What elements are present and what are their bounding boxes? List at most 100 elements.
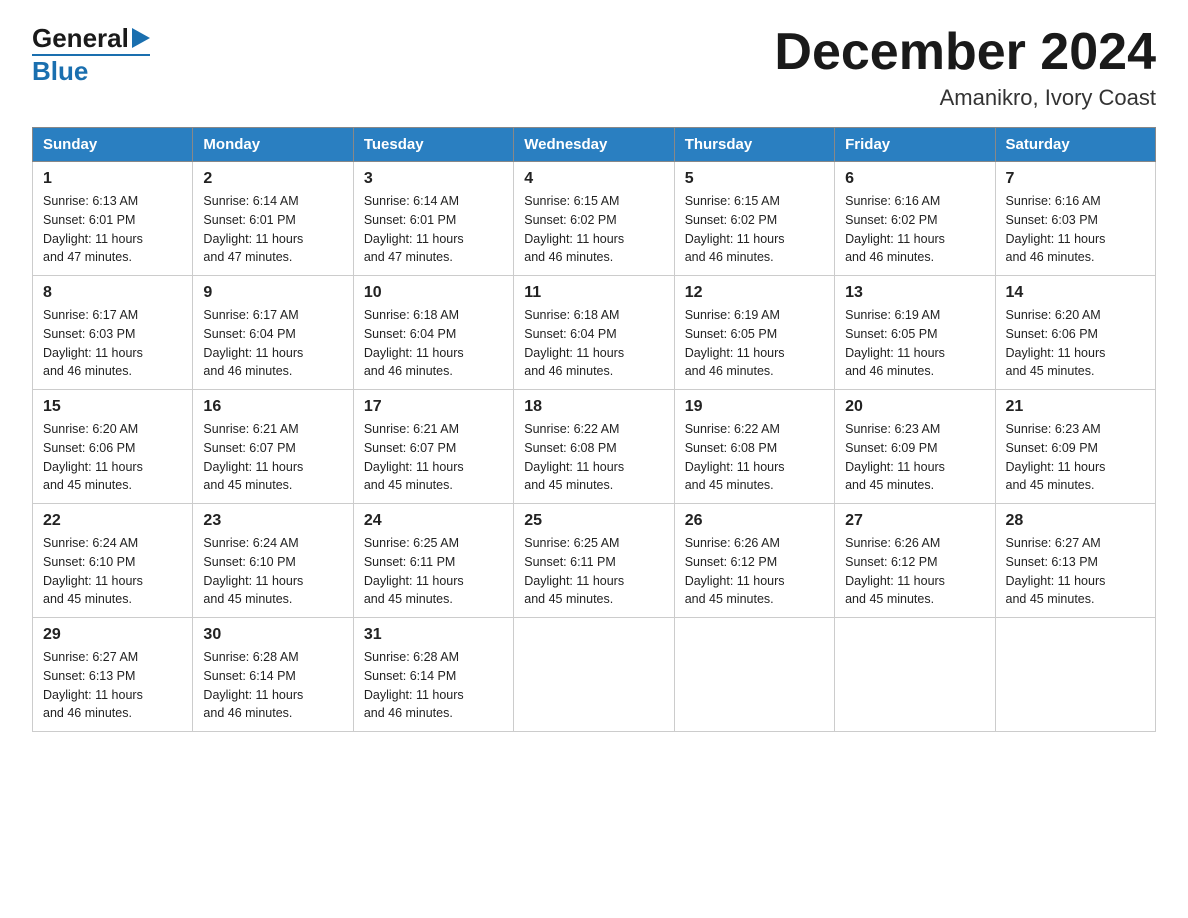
day-number: 11 <box>524 284 663 302</box>
week-row-1: 1 Sunrise: 6:13 AMSunset: 6:01 PMDayligh… <box>33 162 1156 276</box>
day-info: Sunrise: 6:24 AMSunset: 6:10 PMDaylight:… <box>203 536 303 606</box>
day-number: 23 <box>203 512 342 530</box>
calendar-cell: 2 Sunrise: 6:14 AMSunset: 6:01 PMDayligh… <box>193 162 353 276</box>
day-info: Sunrise: 6:15 AMSunset: 6:02 PMDaylight:… <box>685 194 785 264</box>
day-number: 1 <box>43 170 182 188</box>
calendar-cell: 7 Sunrise: 6:16 AMSunset: 6:03 PMDayligh… <box>995 162 1155 276</box>
day-number: 22 <box>43 512 182 530</box>
day-number: 21 <box>1006 398 1145 416</box>
calendar-cell: 25 Sunrise: 6:25 AMSunset: 6:11 PMDaylig… <box>514 504 674 618</box>
calendar-cell: 16 Sunrise: 6:21 AMSunset: 6:07 PMDaylig… <box>193 390 353 504</box>
day-number: 8 <box>43 284 182 302</box>
calendar-cell: 29 Sunrise: 6:27 AMSunset: 6:13 PMDaylig… <box>33 618 193 732</box>
day-number: 16 <box>203 398 342 416</box>
day-info: Sunrise: 6:18 AMSunset: 6:04 PMDaylight:… <box>524 308 624 378</box>
logo-blue-text: Blue <box>32 56 88 86</box>
week-row-2: 8 Sunrise: 6:17 AMSunset: 6:03 PMDayligh… <box>33 276 1156 390</box>
day-number: 10 <box>364 284 503 302</box>
day-info: Sunrise: 6:15 AMSunset: 6:02 PMDaylight:… <box>524 194 624 264</box>
calendar-cell: 31 Sunrise: 6:28 AMSunset: 6:14 PMDaylig… <box>353 618 513 732</box>
day-number: 9 <box>203 284 342 302</box>
day-number: 25 <box>524 512 663 530</box>
logo-arrow-icon <box>132 26 150 52</box>
calendar-cell: 24 Sunrise: 6:25 AMSunset: 6:11 PMDaylig… <box>353 504 513 618</box>
week-row-5: 29 Sunrise: 6:27 AMSunset: 6:13 PMDaylig… <box>33 618 1156 732</box>
calendar-cell: 3 Sunrise: 6:14 AMSunset: 6:01 PMDayligh… <box>353 162 513 276</box>
day-info: Sunrise: 6:28 AMSunset: 6:14 PMDaylight:… <box>364 650 464 720</box>
day-info: Sunrise: 6:25 AMSunset: 6:11 PMDaylight:… <box>524 536 624 606</box>
day-info: Sunrise: 6:21 AMSunset: 6:07 PMDaylight:… <box>203 422 303 492</box>
header-saturday: Saturday <box>995 128 1155 162</box>
calendar-cell: 14 Sunrise: 6:20 AMSunset: 6:06 PMDaylig… <box>995 276 1155 390</box>
calendar-cell: 9 Sunrise: 6:17 AMSunset: 6:04 PMDayligh… <box>193 276 353 390</box>
day-info: Sunrise: 6:22 AMSunset: 6:08 PMDaylight:… <box>524 422 624 492</box>
calendar-cell: 10 Sunrise: 6:18 AMSunset: 6:04 PMDaylig… <box>353 276 513 390</box>
header-wednesday: Wednesday <box>514 128 674 162</box>
calendar-cell: 4 Sunrise: 6:15 AMSunset: 6:02 PMDayligh… <box>514 162 674 276</box>
header-friday: Friday <box>835 128 995 162</box>
day-number: 4 <box>524 170 663 188</box>
day-info: Sunrise: 6:16 AMSunset: 6:03 PMDaylight:… <box>1006 194 1106 264</box>
month-year-title: December 2024 <box>774 24 1156 81</box>
calendar-cell: 20 Sunrise: 6:23 AMSunset: 6:09 PMDaylig… <box>835 390 995 504</box>
day-number: 31 <box>364 626 503 644</box>
calendar-cell: 18 Sunrise: 6:22 AMSunset: 6:08 PMDaylig… <box>514 390 674 504</box>
day-number: 7 <box>1006 170 1145 188</box>
day-number: 19 <box>685 398 824 416</box>
logo-general-text: General <box>32 25 129 51</box>
day-number: 13 <box>845 284 984 302</box>
day-number: 6 <box>845 170 984 188</box>
day-number: 27 <box>845 512 984 530</box>
calendar-cell: 26 Sunrise: 6:26 AMSunset: 6:12 PMDaylig… <box>674 504 834 618</box>
header-row: Sunday Monday Tuesday Wednesday Thursday… <box>33 128 1156 162</box>
day-number: 12 <box>685 284 824 302</box>
day-info: Sunrise: 6:14 AMSunset: 6:01 PMDaylight:… <box>364 194 464 264</box>
day-info: Sunrise: 6:19 AMSunset: 6:05 PMDaylight:… <box>845 308 945 378</box>
calendar-cell: 8 Sunrise: 6:17 AMSunset: 6:03 PMDayligh… <box>33 276 193 390</box>
day-info: Sunrise: 6:20 AMSunset: 6:06 PMDaylight:… <box>43 422 143 492</box>
title-section: December 2024 Amanikro, Ivory Coast <box>774 24 1156 111</box>
calendar-cell <box>674 618 834 732</box>
page-header: General Blue December 2024 Amanikro, Ivo… <box>32 24 1156 111</box>
day-info: Sunrise: 6:26 AMSunset: 6:12 PMDaylight:… <box>845 536 945 606</box>
day-number: 29 <box>43 626 182 644</box>
day-number: 14 <box>1006 284 1145 302</box>
calendar-cell <box>995 618 1155 732</box>
day-number: 17 <box>364 398 503 416</box>
day-info: Sunrise: 6:22 AMSunset: 6:08 PMDaylight:… <box>685 422 785 492</box>
calendar-cell: 15 Sunrise: 6:20 AMSunset: 6:06 PMDaylig… <box>33 390 193 504</box>
day-number: 30 <box>203 626 342 644</box>
calendar-cell <box>514 618 674 732</box>
day-info: Sunrise: 6:13 AMSunset: 6:01 PMDaylight:… <box>43 194 143 264</box>
day-info: Sunrise: 6:20 AMSunset: 6:06 PMDaylight:… <box>1006 308 1106 378</box>
day-info: Sunrise: 6:28 AMSunset: 6:14 PMDaylight:… <box>203 650 303 720</box>
calendar-cell: 6 Sunrise: 6:16 AMSunset: 6:02 PMDayligh… <box>835 162 995 276</box>
header-tuesday: Tuesday <box>353 128 513 162</box>
day-info: Sunrise: 6:18 AMSunset: 6:04 PMDaylight:… <box>364 308 464 378</box>
day-info: Sunrise: 6:17 AMSunset: 6:04 PMDaylight:… <box>203 308 303 378</box>
day-info: Sunrise: 6:23 AMSunset: 6:09 PMDaylight:… <box>1006 422 1106 492</box>
location-title: Amanikro, Ivory Coast <box>774 85 1156 111</box>
calendar-cell: 22 Sunrise: 6:24 AMSunset: 6:10 PMDaylig… <box>33 504 193 618</box>
calendar-cell: 13 Sunrise: 6:19 AMSunset: 6:05 PMDaylig… <box>835 276 995 390</box>
calendar-cell: 11 Sunrise: 6:18 AMSunset: 6:04 PMDaylig… <box>514 276 674 390</box>
day-info: Sunrise: 6:24 AMSunset: 6:10 PMDaylight:… <box>43 536 143 606</box>
header-sunday: Sunday <box>33 128 193 162</box>
day-number: 5 <box>685 170 824 188</box>
calendar-cell: 12 Sunrise: 6:19 AMSunset: 6:05 PMDaylig… <box>674 276 834 390</box>
day-number: 15 <box>43 398 182 416</box>
day-number: 26 <box>685 512 824 530</box>
calendar-cell: 23 Sunrise: 6:24 AMSunset: 6:10 PMDaylig… <box>193 504 353 618</box>
day-info: Sunrise: 6:26 AMSunset: 6:12 PMDaylight:… <box>685 536 785 606</box>
calendar-cell: 19 Sunrise: 6:22 AMSunset: 6:08 PMDaylig… <box>674 390 834 504</box>
day-info: Sunrise: 6:25 AMSunset: 6:11 PMDaylight:… <box>364 536 464 606</box>
logo: General Blue <box>32 24 150 84</box>
calendar-cell: 27 Sunrise: 6:26 AMSunset: 6:12 PMDaylig… <box>835 504 995 618</box>
day-info: Sunrise: 6:17 AMSunset: 6:03 PMDaylight:… <box>43 308 143 378</box>
calendar-table: Sunday Monday Tuesday Wednesday Thursday… <box>32 127 1156 732</box>
day-number: 18 <box>524 398 663 416</box>
day-info: Sunrise: 6:23 AMSunset: 6:09 PMDaylight:… <box>845 422 945 492</box>
calendar-cell: 5 Sunrise: 6:15 AMSunset: 6:02 PMDayligh… <box>674 162 834 276</box>
calendar-cell: 30 Sunrise: 6:28 AMSunset: 6:14 PMDaylig… <box>193 618 353 732</box>
calendar-cell: 1 Sunrise: 6:13 AMSunset: 6:01 PMDayligh… <box>33 162 193 276</box>
